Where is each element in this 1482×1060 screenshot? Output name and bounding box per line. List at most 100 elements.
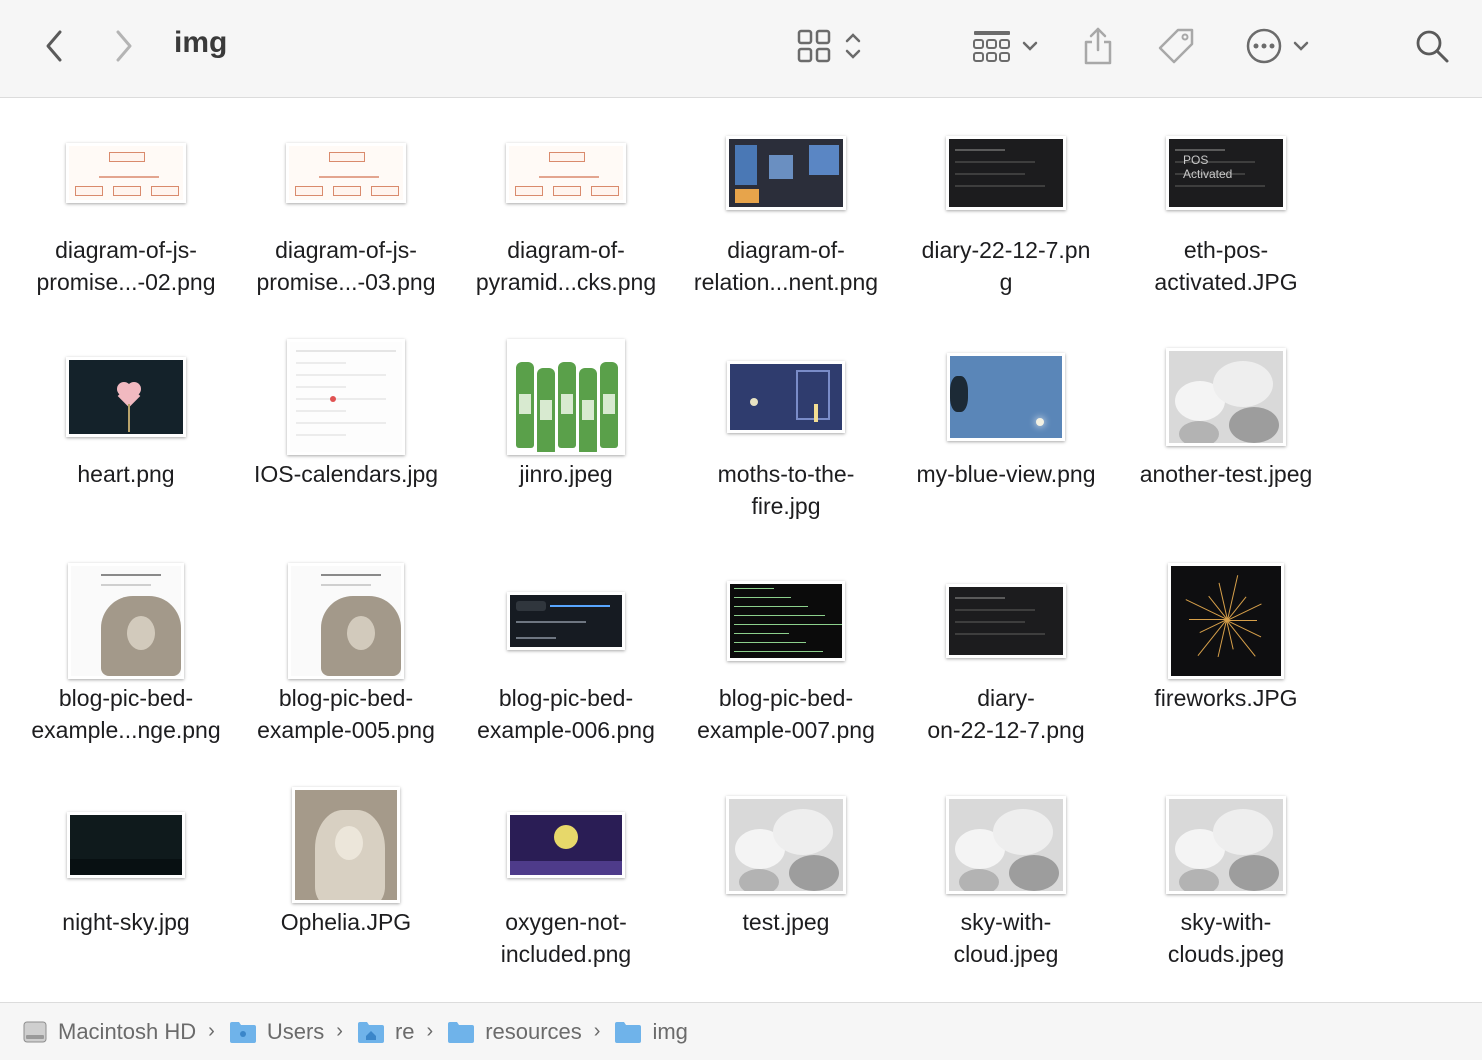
file-item[interactable]: heart.png xyxy=(16,334,236,558)
file-item[interactable]: blog-pic-bed- example...nge.png xyxy=(16,558,236,782)
thumbnail-container xyxy=(16,782,236,908)
file-thumbnail[interactable] xyxy=(507,812,625,878)
path-item-resources[interactable]: resources xyxy=(447,1019,582,1045)
path-separator: › xyxy=(336,1020,343,1042)
path-item-label: re xyxy=(394,1018,415,1044)
file-name: blog-pic-bed- example-005.png xyxy=(257,685,435,743)
file-item[interactable]: my-blue-view.png xyxy=(896,334,1116,558)
file-thumbnail[interactable] xyxy=(66,357,186,437)
file-item[interactable]: IOS-calendars.jpg xyxy=(236,334,456,558)
tag-button[interactable] xyxy=(1154,24,1198,68)
file-thumbnail[interactable] xyxy=(67,812,185,878)
hard-drive-icon xyxy=(23,1021,47,1042)
file-item[interactable]: diary-22-12-7.pn g xyxy=(896,110,1116,334)
forward-button[interactable] xyxy=(104,24,144,68)
thumbnail-container xyxy=(16,110,236,236)
file-item[interactable]: blog-pic-bed- example-006.png xyxy=(456,558,676,782)
file-item[interactable]: diagram-of- pyramid...cks.png xyxy=(456,110,676,334)
file-thumbnail[interactable] xyxy=(947,353,1065,441)
thumbnail-container xyxy=(236,782,456,908)
file-item[interactable]: blog-pic-bed- example-007.png xyxy=(676,558,896,782)
file-name: fireworks.JPG xyxy=(1154,685,1298,711)
file-item[interactable]: moths-to-the- fire.jpg xyxy=(676,334,896,558)
file-name: test.jpeg xyxy=(742,909,830,935)
thumbnail-container xyxy=(16,334,236,460)
file-thumbnail[interactable] xyxy=(726,136,846,210)
file-thumbnail[interactable] xyxy=(507,339,625,455)
group-by-button[interactable] xyxy=(966,26,1046,66)
file-item[interactable]: blog-pic-bed- example-005.png xyxy=(236,558,456,782)
folder-icon xyxy=(448,1021,475,1043)
file-item[interactable]: diagram-of-js- promise...-03.png xyxy=(236,110,456,334)
thumbnail-container xyxy=(896,782,1116,908)
path-separator: › xyxy=(208,1020,215,1042)
path-item-img[interactable]: img xyxy=(614,1019,688,1045)
file-name: eth-pos- activated.JPG xyxy=(1154,237,1298,295)
thumbnail-container xyxy=(676,558,896,684)
file-item[interactable]: diary- on-22-12-7.png xyxy=(896,558,1116,782)
back-button[interactable] xyxy=(34,24,74,68)
share-icon xyxy=(1084,27,1112,65)
thumbnail-container xyxy=(236,334,456,460)
thumbnail-container xyxy=(236,110,456,236)
file-thumbnail[interactable] xyxy=(506,143,626,203)
file-thumbnail[interactable] xyxy=(1166,348,1286,446)
file-item[interactable]: POS Activated eth-pos- activated.JPG xyxy=(1116,110,1336,334)
thumbnail-container xyxy=(16,558,236,684)
file-item[interactable]: fireworks.JPG xyxy=(1116,558,1336,782)
file-thumbnail[interactable] xyxy=(726,796,846,894)
file-thumbnail[interactable] xyxy=(286,143,406,203)
file-item[interactable]: Ophelia.JPG xyxy=(236,782,456,1006)
file-name: blog-pic-bed- example-006.png xyxy=(477,685,655,743)
toolbar: img xyxy=(0,0,1482,98)
file-name: moths-to-the- fire.jpg xyxy=(717,461,855,519)
thumbnail-container xyxy=(456,334,676,460)
file-item[interactable]: diagram-of-js- promise...-02.png xyxy=(16,110,236,334)
file-name: sky-with- clouds.jpeg xyxy=(1167,909,1285,967)
file-name: blog-pic-bed- example-007.png xyxy=(697,685,875,743)
file-thumbnail[interactable] xyxy=(68,563,184,679)
file-item[interactable]: sky-with- clouds.jpeg xyxy=(1116,782,1336,1006)
file-item[interactable]: sky-with- cloud.jpeg xyxy=(896,782,1116,1006)
file-thumbnail[interactable] xyxy=(946,584,1066,658)
view-mode-button[interactable] xyxy=(790,26,870,66)
file-thumbnail[interactable] xyxy=(507,592,625,650)
file-thumbnail[interactable] xyxy=(946,796,1066,894)
file-item[interactable]: oxygen-not- included.png xyxy=(456,782,676,1006)
file-item[interactable]: diagram-of- relation...nent.png xyxy=(676,110,896,334)
path-item-macintosh-hd[interactable]: Macintosh HD xyxy=(22,1019,196,1045)
file-name: blog-pic-bed- example...nge.png xyxy=(31,685,221,743)
file-thumbnail[interactable] xyxy=(287,339,405,455)
path-separator: › xyxy=(593,1020,601,1042)
share-button[interactable] xyxy=(1078,24,1118,68)
file-thumbnail[interactable] xyxy=(727,361,845,433)
path-item-users[interactable]: Users xyxy=(229,1019,324,1045)
file-thumbnail[interactable]: POS Activated xyxy=(1166,136,1286,210)
path-item-label: Macintosh HD xyxy=(58,1018,197,1044)
file-name: diary-22-12-7.pn g xyxy=(921,237,1091,295)
search-button[interactable] xyxy=(1410,24,1454,68)
file-name: jinro.jpeg xyxy=(519,461,613,487)
file-name: Ophelia.JPG xyxy=(280,909,412,935)
file-item[interactable]: another-test.jpeg xyxy=(1116,334,1336,558)
thumbnail-container xyxy=(1116,558,1336,684)
file-name: night-sky.jpg xyxy=(62,909,190,935)
file-thumbnail[interactable] xyxy=(1168,563,1284,679)
file-name: IOS-calendars.jpg xyxy=(253,461,439,487)
more-actions-button[interactable] xyxy=(1240,24,1316,68)
file-thumbnail[interactable] xyxy=(1166,796,1286,894)
path-item-re[interactable]: re xyxy=(357,1019,415,1045)
file-thumbnail[interactable] xyxy=(292,787,400,903)
file-thumbnail[interactable] xyxy=(288,563,404,679)
file-item[interactable]: jinro.jpeg xyxy=(456,334,676,558)
file-item[interactable]: test.jpeg xyxy=(676,782,896,1006)
file-thumbnail[interactable] xyxy=(66,143,186,203)
thumbnail-container xyxy=(456,110,676,236)
file-thumbnail[interactable] xyxy=(946,136,1066,210)
thumbnail-container xyxy=(676,110,896,236)
file-name: diagram-of-js- promise...-02.png xyxy=(36,237,216,295)
thumbnail-container xyxy=(896,110,1116,236)
file-item[interactable]: night-sky.jpg xyxy=(16,782,236,1006)
file-thumbnail[interactable] xyxy=(727,581,845,661)
thumbnail-container xyxy=(896,334,1116,460)
